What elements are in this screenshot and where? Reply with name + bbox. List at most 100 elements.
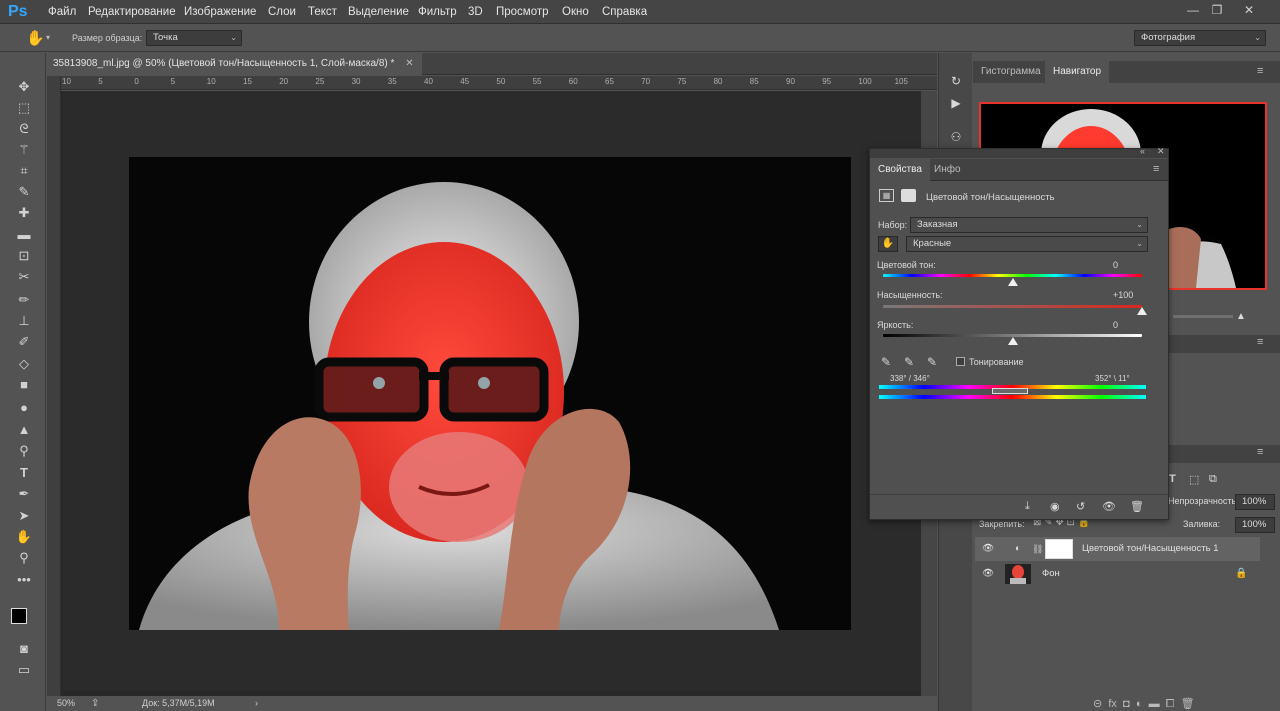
menu-3d[interactable]: 3D [468,0,483,24]
marquee-tool-icon[interactable]: ⬚ [13,98,35,118]
screen-mode-icon[interactable]: ▭ [13,660,35,680]
menu-help[interactable]: Справка [602,0,647,24]
healing-brush-icon[interactable]: ✚ [13,203,35,223]
menu-file[interactable]: Файл [48,0,76,24]
type-filter-icon[interactable]: T [1169,473,1176,485]
tab-navigator[interactable]: Навигатор [1045,61,1110,83]
shape-filter-icon[interactable]: ⬚ [1189,473,1199,486]
saturation-slider-track[interactable] [883,305,1142,308]
folder-icon[interactable]: ▬ [1149,698,1160,710]
properties-titlebar[interactable]: « ✕ [870,146,1168,158]
restore-button[interactable]: ❐ [1204,0,1230,22]
saturation-slider-thumb[interactable] [1137,307,1147,315]
foreground-color-swatch[interactable] [11,608,27,624]
trash-icon[interactable]: 🗑 [1130,500,1144,513]
pencil-icon[interactable]: ✏ [13,290,35,310]
panel-menu-icon[interactable]: ≡ [1257,446,1263,458]
targeted-adjustment-icon[interactable]: ✋ [878,236,898,252]
lasso-tool-icon[interactable]: ᘓ [13,119,35,139]
hue-slider-track[interactable] [883,274,1142,277]
view-previous-icon[interactable]: ◉ [1050,500,1060,513]
photo-canvas[interactable] [129,157,851,630]
layer-mask-thumbnail[interactable] [1045,539,1073,559]
lightness-slider-thumb[interactable] [1007,337,1018,345]
move-tool-icon[interactable]: ✥ [13,77,35,97]
menu-filter[interactable]: Фильтр [418,0,457,24]
gradient-tool-icon[interactable]: ■ [13,375,35,395]
type-tool-icon[interactable]: T [13,463,35,483]
eye-icon[interactable]: 👁 [982,537,994,561]
character-icon[interactable]: ⚇ [948,129,964,145]
layer-row-background[interactable]: 👁 Фон 🔒 [975,562,1260,586]
fx-icon[interactable]: fx [1108,698,1117,710]
smart-object-filter-icon[interactable]: ⧉ [1209,473,1217,486]
history-icon[interactable]: ↻ [948,73,964,89]
quick-mask-icon[interactable]: ◙ [13,639,35,659]
layer-row-hue-saturation[interactable]: 👁 ◐ ⛓ Цветовой тон/Насыщенность 1 [975,537,1260,561]
hand-icon[interactable]: ✋ [13,527,35,547]
eyedropper-icon[interactable]: ✎ [881,355,891,369]
lightness-value[interactable]: 0 [1113,320,1118,330]
eyedropper-icon[interactable]: ✎ [13,182,35,202]
menu-text[interactable]: Текст [308,0,337,24]
panel-menu-icon[interactable]: ≡ [1257,65,1263,77]
chevron-down-icon[interactable]: ▾ [46,33,50,42]
stamp-icon[interactable]: ⊥ [13,311,35,331]
menu-layers[interactable]: Слои [268,0,296,24]
close-icon[interactable]: ✕ [405,58,413,69]
panel-menu-icon[interactable]: ≡ [1257,336,1263,348]
link-icon[interactable]: ⊝ [1093,698,1102,710]
saturation-value[interactable]: +100 [1113,290,1133,300]
preset-select[interactable]: Заказная ⌄ [910,217,1148,233]
sharpen-tool-icon[interactable]: ▲ [13,420,35,440]
dodge-tool-icon[interactable]: ⚲ [13,441,35,461]
tab-properties[interactable]: Свойства [870,159,930,181]
blur-tool-icon[interactable]: ● [13,398,35,418]
menu-edit[interactable]: Редактирование [88,0,176,24]
navigator-zoom-slider[interactable] [1173,315,1233,318]
fill-input[interactable]: 100% [1235,517,1275,533]
colorize-checkbox[interactable] [956,357,965,366]
tab-histogram[interactable]: Гистограмма [973,61,1049,83]
clip-to-layer-icon[interactable]: ⤓ [1025,500,1030,513]
chain-link-icon[interactable]: ⛓ [1032,537,1043,561]
hand-tool-icon[interactable]: ✋ [26,29,45,47]
properties-panel[interactable]: « ✕ Свойства Инфо ≡ ▦ Цветовой тон/Насыщ… [869,146,1169,520]
path-selection-icon[interactable]: ➤ [13,506,35,526]
zoom-tool-icon[interactable]: ⚲ [13,548,35,568]
channel-select[interactable]: Красные ⌄ [906,236,1148,252]
status-menu-arrow[interactable]: › [255,696,258,711]
close-icon[interactable]: ✕ [1157,146,1165,157]
opacity-input[interactable]: 100% [1235,494,1275,510]
more-tools-icon[interactable]: ••• [13,570,35,590]
play-icon[interactable]: ▶ [948,95,964,111]
clone-stamp-icon[interactable]: ⊡ [13,246,35,266]
collapse-icon[interactable]: « [1140,146,1145,156]
adjustment-layer-icon[interactable]: ◐ [1136,698,1143,710]
zoom-in-icon[interactable]: ▲ [1236,311,1246,322]
tab-info[interactable]: Инфо [926,159,969,181]
menu-view[interactable]: Просмотр [496,0,549,24]
crop-tool-icon[interactable]: ⌗ [13,161,35,181]
hue-slider-thumb[interactable] [1007,278,1018,286]
sample-size-select[interactable]: Точка ⌄ [146,30,242,46]
history-brush-icon[interactable]: ✂ [13,267,35,287]
brush-tool-icon[interactable]: ▬ [13,225,35,245]
art-brush-icon[interactable]: ✐ [13,332,35,352]
zoom-level[interactable]: 50% [57,696,75,711]
export-icon[interactable]: ⇪ [91,696,99,711]
new-layer-icon[interactable]: ⧠ [1166,698,1175,710]
eye-icon[interactable]: 👁 [982,562,994,586]
eyedropper-plus-icon[interactable]: ✎ [904,355,914,369]
panel-menu-icon[interactable]: ≡ [1153,163,1159,175]
pen-tool-icon[interactable]: ✒ [13,484,35,504]
hue-value[interactable]: 0 [1113,260,1118,270]
document-tab[interactable]: 35813908_ml.jpg @ 50% (Цветовой тон/Насы… [47,53,422,75]
mask-icon[interactable]: ◘ [1123,698,1130,710]
menu-window[interactable]: Окно [562,0,589,24]
reset-icon[interactable]: ↺ [1076,500,1085,513]
eyedropper-minus-icon[interactable]: ✎ [927,355,937,369]
trash-icon[interactable]: 🗑 [1181,698,1195,710]
minimize-button[interactable]: — [1180,0,1206,22]
mask-icon[interactable] [901,189,916,202]
